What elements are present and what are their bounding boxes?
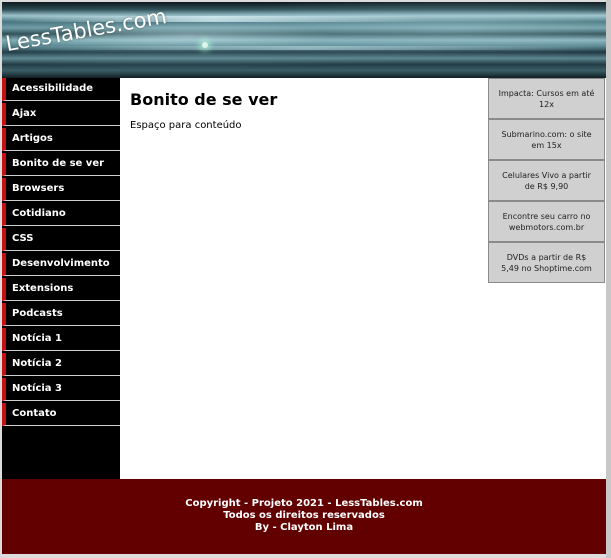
ad-text: Impacta: Cursos em até 12x — [498, 88, 595, 109]
ad-text: Submarino.com: o site em 15x — [501, 129, 592, 150]
sidebar-item-noticia-2[interactable]: Notícia 2 — [2, 353, 120, 376]
page: LessTables.com Acessibilidade Ajax Artig… — [2, 2, 606, 554]
footer-copyright: Copyright - Projeto 2021 - LessTables.co… — [185, 498, 423, 509]
ad-text: DVDs a partir de R$ 5,49 no Shoptime.com — [501, 252, 592, 273]
sidebar-item-ajax[interactable]: Ajax — [2, 103, 120, 126]
content-text: Espaço para conteúdo — [130, 120, 242, 131]
ad-box[interactable]: Impacta: Cursos em até 12x — [488, 78, 605, 119]
ad-box[interactable]: DVDs a partir de R$ 5,49 no Shoptime.com — [488, 242, 605, 283]
main-content: Bonito de se ver Espaço para conteúdo — [120, 78, 488, 479]
ad-box[interactable]: Celulares Vivo a partir de R$ 9,90 — [488, 160, 605, 201]
banner-light-dot — [202, 42, 208, 48]
sidebar-item-bonito-de-se-ver[interactable]: Bonito de se ver — [2, 153, 120, 176]
sidebar-item-desenvolvimento[interactable]: Desenvolvimento — [2, 253, 120, 276]
footer-author: By - Clayton Lima — [254, 522, 354, 533]
sidebar-item-podcasts[interactable]: Podcasts — [2, 303, 120, 326]
sidebar-item-noticia-1[interactable]: Notícia 1 — [2, 328, 120, 351]
ad-text: Celulares Vivo a partir de R$ 9,90 — [502, 170, 591, 191]
ads-column: Impacta: Cursos em até 12x Submarino.com… — [488, 78, 606, 283]
sidebar-item-cotidiano[interactable]: Cotidiano — [2, 203, 120, 226]
footer: Copyright - Projeto 2021 - LessTables.co… — [2, 479, 606, 554]
ad-box[interactable]: Encontre seu carro no webmotors.com.br — [488, 201, 605, 242]
sidebar-item-css[interactable]: CSS — [2, 228, 120, 251]
sidebar-item-extensions[interactable]: Extensions — [2, 278, 120, 301]
footer-text: Copyright - Projeto 2021 - LessTables.co… — [2, 498, 606, 534]
sidebar-nav: Acessibilidade Ajax Artigos Bonito de se… — [2, 78, 120, 479]
header-banner: LessTables.com — [2, 2, 606, 78]
sidebar-item-noticia-3[interactable]: Notícia 3 — [2, 378, 120, 401]
ad-text: Encontre seu carro no webmotors.com.br — [502, 211, 591, 232]
ad-box[interactable]: Submarino.com: o site em 15x — [488, 119, 605, 160]
sidebar-item-acessibilidade[interactable]: Acessibilidade — [2, 78, 120, 101]
window-edge — [606, 0, 611, 558]
page-title: Bonito de se ver — [130, 90, 278, 109]
footer-rights: Todos os direitos reservados — [223, 510, 385, 521]
sidebar-item-browsers[interactable]: Browsers — [2, 178, 120, 201]
sidebar-item-contato[interactable]: Contato — [2, 403, 120, 426]
banner-light-streak — [2, 46, 606, 50]
sidebar-item-artigos[interactable]: Artigos — [2, 128, 120, 151]
